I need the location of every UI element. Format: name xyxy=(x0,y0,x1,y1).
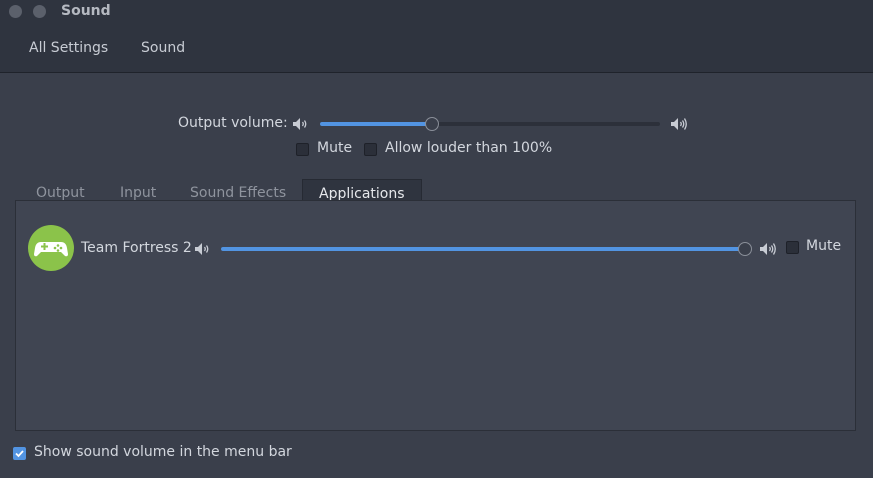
settings-nav-bar: All Settings Sound xyxy=(0,25,873,73)
output-mute-checkbox[interactable] xyxy=(296,143,309,156)
app-volume-slider-knob[interactable] xyxy=(738,242,752,256)
gamepad-icon xyxy=(34,242,68,257)
show-volume-menubar-label: Show sound volume in the menu bar xyxy=(34,444,292,460)
minimize-window-button[interactable] xyxy=(33,5,46,18)
output-volume-label: Output volume: xyxy=(178,115,288,131)
allow-louder-checkbox[interactable] xyxy=(364,143,377,156)
output-mute-label: Mute xyxy=(317,140,353,156)
sound-breadcrumb-button[interactable]: Sound xyxy=(141,40,185,56)
volume-low-icon xyxy=(195,243,209,255)
show-volume-menubar-checkbox[interactable] xyxy=(13,447,26,460)
close-window-button[interactable] xyxy=(9,5,22,18)
app-icon xyxy=(28,225,74,271)
output-volume-slider-knob[interactable] xyxy=(425,117,439,131)
sound-settings-content: Output volume: Mute Allow louder than 10… xyxy=(0,73,873,478)
all-settings-button[interactable]: All Settings xyxy=(29,40,108,56)
volume-high-icon xyxy=(671,118,687,130)
output-volume-slider[interactable] xyxy=(320,117,660,131)
app-name: Team Fortress 2 xyxy=(81,240,192,256)
checkmark-icon xyxy=(15,450,24,458)
app-mute-label: Mute xyxy=(806,238,842,254)
app-volume-slider[interactable] xyxy=(221,242,752,256)
allow-louder-label: Allow louder than 100% xyxy=(385,140,553,156)
app-mute-checkbox[interactable] xyxy=(786,241,799,254)
applications-panel: Team Fortress 2 Mute xyxy=(15,200,856,431)
volume-low-icon xyxy=(293,118,307,130)
output-volume-slider-fill xyxy=(320,122,432,126)
title-bar: Sound xyxy=(0,0,873,25)
window-title: Sound xyxy=(61,3,111,19)
volume-high-icon xyxy=(760,243,776,255)
app-volume-slider-fill xyxy=(221,247,745,251)
